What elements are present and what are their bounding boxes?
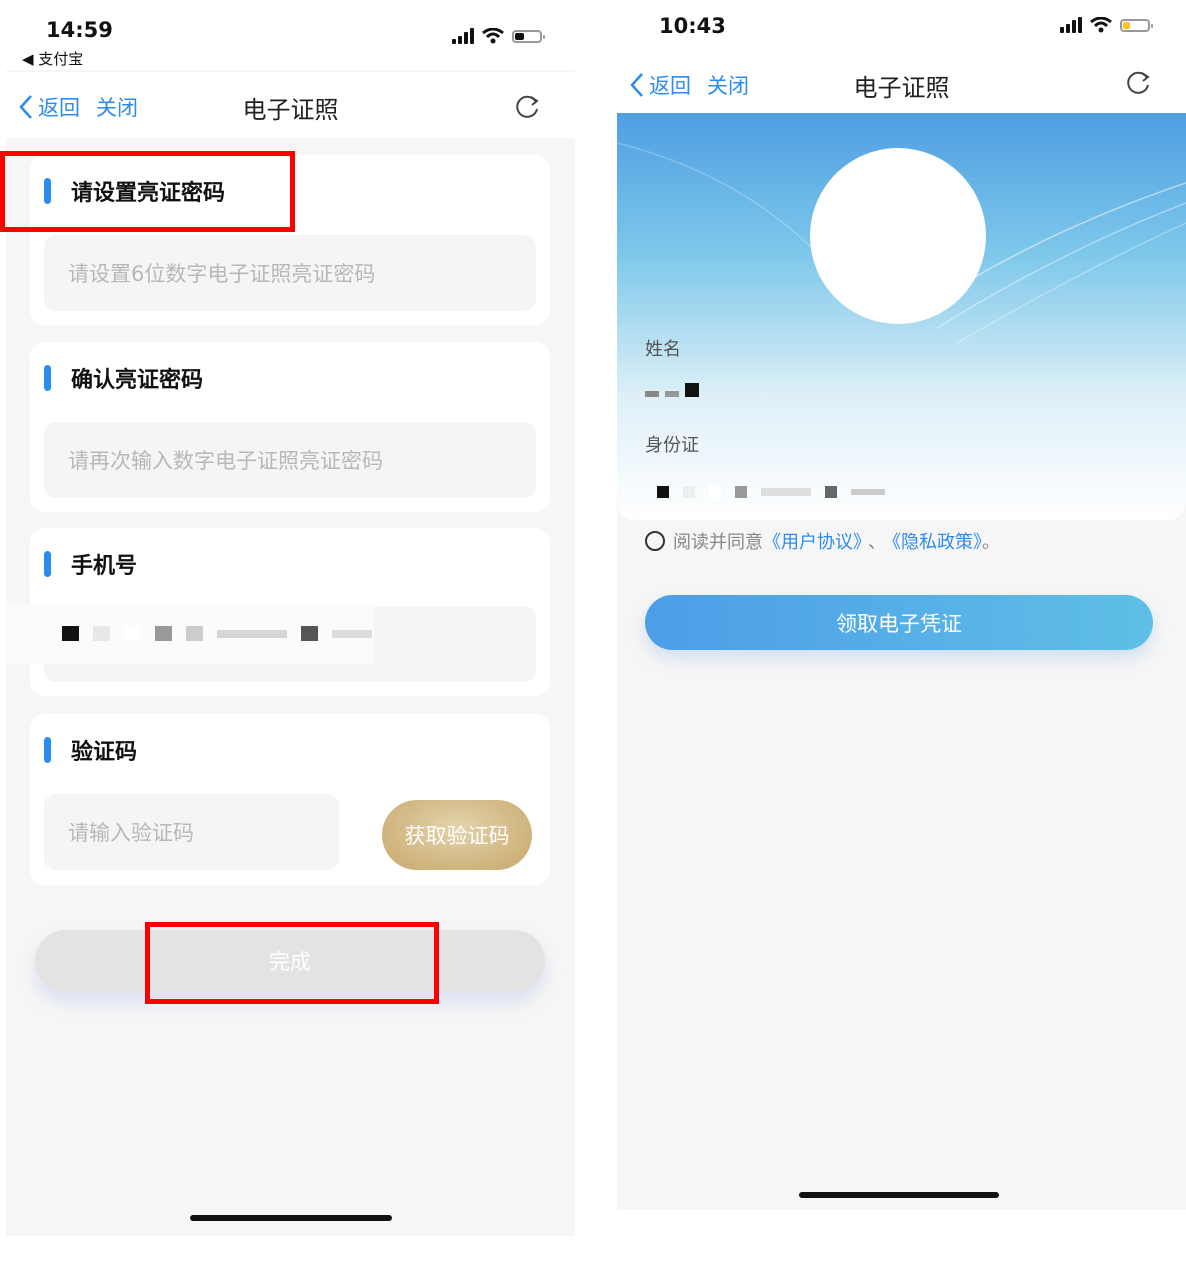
claim-certificate-button[interactable]: 领取电子凭证 bbox=[645, 595, 1153, 650]
confirm-password-card: 确认亮证密码 请再次输入数字电子证照亮证密码 bbox=[30, 342, 550, 512]
battery-icon bbox=[1120, 18, 1153, 32]
nav-bar: 返回 关闭 电子证照 bbox=[617, 50, 1186, 113]
set-password-input[interactable]: 请设置6位数字电子证照亮证密码 bbox=[44, 235, 536, 311]
wifi-icon bbox=[1090, 17, 1112, 33]
status-bar: 10:43 bbox=[617, 0, 1186, 50]
confirm-password-input[interactable]: 请再次输入数字电子证照亮证密码 bbox=[44, 422, 536, 498]
refresh-icon[interactable] bbox=[1125, 70, 1151, 96]
id-redaction bbox=[657, 484, 885, 499]
agreement-prefix: 阅读并同意 bbox=[673, 532, 763, 553]
signal-icon bbox=[1060, 17, 1082, 33]
name-redaction bbox=[645, 383, 699, 397]
confirm-password-title: 确认亮证密码 bbox=[71, 368, 204, 393]
phone-title: 手机号 bbox=[71, 554, 138, 579]
id-label: 身份证 bbox=[645, 435, 699, 456]
user-agreement-link[interactable]: 《用户协议》 bbox=[763, 532, 862, 553]
verification-input[interactable]: 请输入验证码 bbox=[44, 794, 339, 870]
back-to-alipay[interactable]: ◀ 支付宝 bbox=[22, 48, 83, 69]
wifi-icon bbox=[482, 28, 504, 44]
section-accent bbox=[44, 737, 51, 763]
verification-title: 验证码 bbox=[71, 740, 138, 765]
refresh-icon[interactable] bbox=[514, 94, 540, 120]
status-time: 14:59 bbox=[46, 18, 113, 42]
agreement-separator: 、 bbox=[868, 532, 886, 553]
page-title: 电子证照 bbox=[242, 96, 339, 124]
get-code-button[interactable]: 获取验证码 bbox=[382, 800, 532, 870]
system-icons bbox=[452, 28, 545, 44]
nav-bar: 返回 关闭 电子证照 bbox=[6, 72, 575, 138]
section-accent bbox=[44, 365, 51, 391]
privacy-policy-link[interactable]: 《隐私政策》 bbox=[892, 532, 982, 553]
battery-icon bbox=[512, 29, 545, 43]
signal-icon bbox=[452, 28, 474, 44]
status-bar: 14:59 ◀ 支付宝 bbox=[6, 0, 575, 70]
status-time: 10:43 bbox=[659, 14, 726, 38]
section-accent bbox=[44, 551, 51, 577]
agreement-suffix: 。 bbox=[982, 532, 1000, 553]
verification-card: 验证码 请输入验证码 获取验证码 bbox=[30, 714, 550, 885]
name-label: 姓名 bbox=[645, 339, 681, 360]
agreement-checkbox[interactable] bbox=[645, 531, 665, 551]
avatar bbox=[810, 148, 986, 324]
highlight-box-done bbox=[145, 922, 439, 1004]
agreement-row: 阅读并同意《用户协议》、《隐私政策》。 bbox=[645, 528, 1000, 554]
highlight-box-title bbox=[0, 151, 295, 232]
system-icons bbox=[1060, 17, 1153, 33]
page-title: 电子证照 bbox=[853, 74, 950, 102]
home-indicator bbox=[190, 1215, 392, 1221]
right-phone-screen: 10:43 返回 关闭 电子证照 姓名 身份证 阅读并同意《用户协议》 、 《隐… bbox=[617, 0, 1186, 1210]
id-card-hero: 姓名 身份证 bbox=[617, 113, 1186, 520]
home-indicator bbox=[799, 1192, 999, 1198]
phone-redaction bbox=[6, 604, 374, 664]
